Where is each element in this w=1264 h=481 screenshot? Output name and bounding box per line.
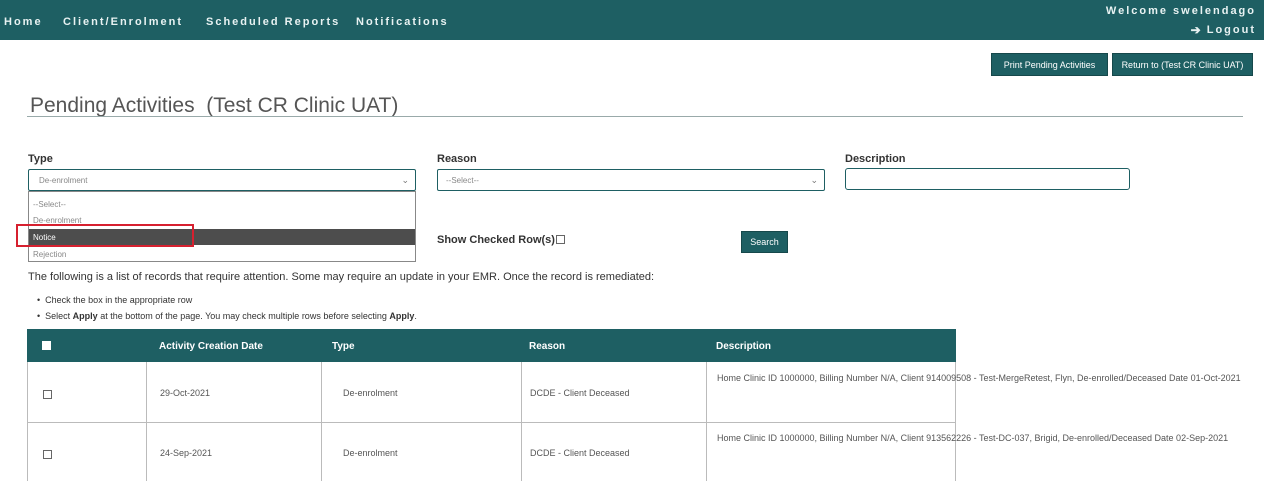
- cell-reason: DCDE - Client Deceased: [530, 388, 630, 398]
- instruction-text: .: [414, 311, 417, 321]
- print-pending-activities-button[interactable]: Print Pending Activities: [991, 53, 1108, 76]
- cell-date: 24-Sep-2021: [160, 448, 213, 458]
- instruction-text: at the bottom of the page. You may check…: [97, 311, 390, 321]
- top-nav-bar: Home Client/Enrolment Scheduled Reports …: [0, 0, 1264, 40]
- cell-reason: DCDE - Client Deceased: [530, 448, 630, 458]
- return-to-clinic-button[interactable]: Return to (Test CR Clinic UAT): [1112, 53, 1253, 76]
- nav-notifications[interactable]: Notifications: [356, 16, 449, 28]
- type-option-select[interactable]: --Select--: [29, 196, 415, 212]
- nav-home[interactable]: Home: [4, 16, 43, 28]
- welcome-text: Welcome swelendago: [1105, 5, 1256, 17]
- column-divider: [321, 362, 322, 423]
- cell-type: De-enrolment: [343, 448, 398, 458]
- select-all-checkbox[interactable]: [42, 341, 51, 350]
- info-text: The following is a list of records that …: [28, 271, 655, 283]
- column-divider: [521, 423, 522, 481]
- logout-label: Logout: [1206, 24, 1256, 36]
- description-input[interactable]: [845, 168, 1130, 190]
- column-divider: [146, 423, 147, 481]
- instruction-bullet: • Select Apply at the bottom of the page…: [37, 311, 417, 321]
- header-description[interactable]: Description: [716, 341, 771, 352]
- cell-date: 29-Oct-2021: [160, 388, 211, 398]
- header-type[interactable]: Type: [332, 341, 355, 352]
- type-option-rejection[interactable]: Rejection: [29, 246, 415, 262]
- chevron-down-icon: ⌄: [810, 175, 818, 185]
- title-divider: [27, 116, 1243, 117]
- type-select-value: De-enrolment: [39, 175, 88, 185]
- row-checkbox[interactable]: [43, 450, 52, 459]
- nav-scheduled-reports[interactable]: Scheduled Reports: [206, 16, 340, 28]
- notice-highlight-box: [16, 224, 194, 247]
- header-activity-creation-date[interactable]: Activity Creation Date: [159, 341, 263, 352]
- table-row: 29-Oct-2021 De-enrolment DCDE - Client D…: [27, 362, 1241, 423]
- column-divider: [146, 362, 147, 423]
- type-label: Type: [28, 153, 53, 165]
- table-header: Activity Creation Date Type Reason Descr…: [27, 329, 956, 362]
- show-checked-rows-label: Show Checked Row(s): [437, 234, 555, 246]
- type-select[interactable]: De-enrolment ⌄: [28, 169, 416, 191]
- column-divider: [521, 362, 522, 423]
- description-label: Description: [845, 153, 906, 165]
- apply-emphasis: Apply: [72, 311, 98, 321]
- instruction-text: Check the box in the appropriate row: [45, 295, 193, 305]
- column-divider: [706, 423, 707, 481]
- reason-select[interactable]: --Select-- ⌄: [437, 169, 825, 191]
- show-checked-rows-checkbox[interactable]: [556, 235, 565, 244]
- logout-icon: ➔: [1190, 23, 1203, 37]
- chevron-down-icon: ⌄: [401, 175, 409, 185]
- search-button[interactable]: Search: [741, 231, 788, 253]
- apply-emphasis: Apply: [389, 311, 415, 321]
- column-divider: [706, 362, 707, 423]
- instruction-text: Select: [45, 311, 73, 321]
- cell-type: De-enrolment: [343, 388, 398, 398]
- page-title: Pending Activities (Test CR Clinic UAT): [30, 94, 399, 117]
- cell-description: Home Clinic ID 1000000, Billing Number N…: [717, 433, 1229, 443]
- instruction-bullet: • Check the box in the appropriate row: [37, 295, 193, 305]
- logout-link[interactable]: ➔ Logout: [1191, 23, 1256, 37]
- reason-label: Reason: [437, 153, 477, 165]
- column-divider: [321, 423, 322, 481]
- nav-client-enrolment[interactable]: Client/Enrolment: [63, 16, 183, 28]
- reason-select-value: --Select--: [446, 175, 479, 185]
- cell-description: Home Clinic ID 1000000, Billing Number N…: [717, 373, 1241, 383]
- header-reason[interactable]: Reason: [529, 341, 565, 352]
- row-checkbox[interactable]: [43, 390, 52, 399]
- table-row: 24-Sep-2021 De-enrolment DCDE - Client D…: [27, 423, 1229, 481]
